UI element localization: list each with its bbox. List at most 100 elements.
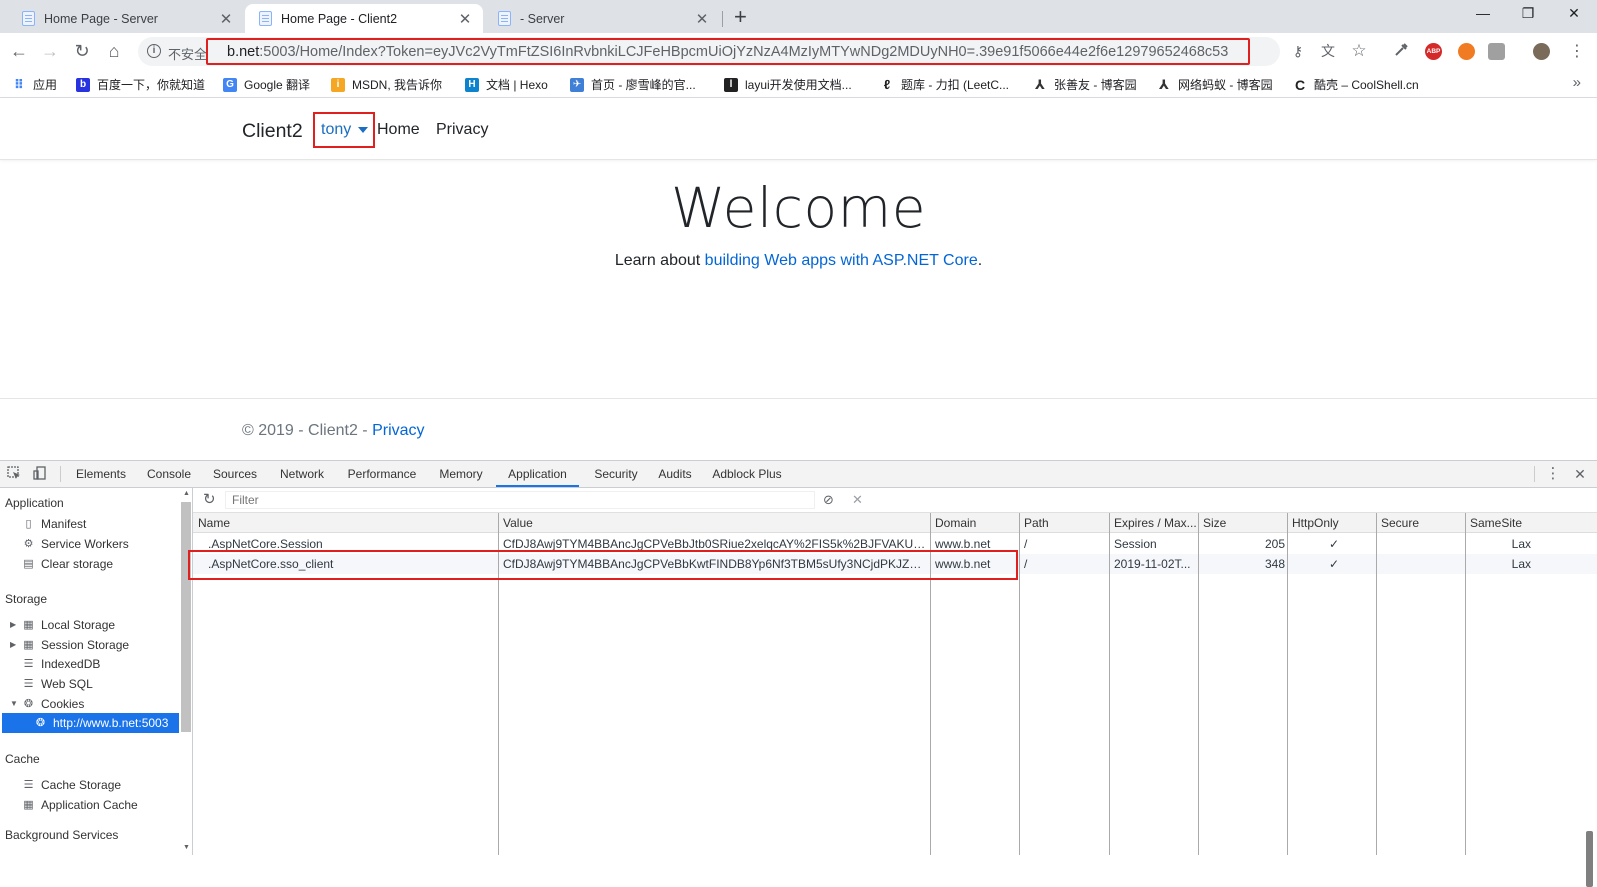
column-resizer[interactable] — [1019, 513, 1020, 855]
sidebar-item-cookies[interactable]: ▼ ❂ Cookies — [10, 694, 84, 714]
column-header-secure[interactable]: Secure — [1381, 516, 1419, 530]
devtools-close-icon[interactable]: ✕ — [1572, 466, 1588, 482]
address-bar[interactable]: i 不安全 b.net:5003/Home/Index?Token=eyJVc2… — [138, 37, 1367, 66]
refresh-icon[interactable]: ↻ — [203, 490, 216, 508]
window-close-button[interactable]: ✕ — [1564, 5, 1584, 22]
sidebar-item-cookie-origin[interactable]: ❂ http://www.b.net:5003 — [2, 713, 179, 733]
tab-home-page-client2[interactable]: Home Page - Client2 ✕ — [245, 4, 483, 33]
tab-close-icon[interactable]: ✕ — [457, 10, 473, 28]
site-brand[interactable]: Client2 — [242, 120, 303, 143]
tab-elements[interactable]: Elements — [70, 461, 132, 487]
tab-network[interactable]: Network — [271, 461, 333, 487]
column-header-path[interactable]: Path — [1024, 516, 1049, 530]
column-resizer[interactable] — [1109, 513, 1110, 855]
user-name-link[interactable]: tony — [321, 121, 351, 139]
nav-home-link[interactable]: Home — [377, 121, 420, 139]
tab-security[interactable]: Security — [584, 461, 648, 487]
bookmarks-more-icon[interactable]: » — [1573, 74, 1581, 91]
info-icon[interactable]: i — [147, 44, 161, 58]
column-resizer[interactable] — [1465, 513, 1466, 855]
star-icon[interactable]: ☆ — [1349, 41, 1369, 61]
clear-all-icon[interactable]: ⊘ — [823, 492, 834, 508]
sidebar-item-service-workers[interactable]: ⚙ Service Workers — [22, 534, 129, 554]
tab-sources[interactable]: Sources — [205, 461, 265, 487]
key-icon[interactable]: ⚷ — [1288, 41, 1308, 61]
device-toolbar-icon[interactable] — [32, 466, 48, 482]
footer-divider — [0, 398, 1597, 399]
new-tab-button[interactable]: + — [734, 6, 747, 28]
inspect-element-icon[interactable] — [6, 466, 22, 482]
tab-server[interactable]: - Server ✕ — [484, 4, 720, 33]
scroll-up-icon[interactable]: ▲ — [183, 490, 190, 497]
sidebar-item-session-storage[interactable]: ▶ ▦ Session Storage — [10, 635, 129, 655]
bookmark-cnblogs-1[interactable]: ⅄ 张善友 - 博客园 — [1033, 76, 1137, 93]
cookie-filter-input[interactable] — [225, 491, 815, 509]
insecure-label[interactable]: 不安全 — [168, 44, 207, 63]
column-resizer[interactable] — [1198, 513, 1199, 855]
delete-selected-icon[interactable]: ✕ — [852, 492, 863, 508]
column-resizer[interactable] — [1287, 513, 1288, 855]
menu-icon[interactable]: ⋮ — [1567, 42, 1587, 62]
sidebar-scrollbar-thumb[interactable] — [181, 502, 191, 732]
tab-console[interactable]: Console — [139, 461, 199, 487]
bookmark-google-translate[interactable]: G Google 翻译 — [223, 76, 310, 93]
sidebar-item-cache-storage[interactable]: ☰ Cache Storage — [22, 775, 122, 795]
tab-close-icon[interactable]: ✕ — [218, 10, 234, 28]
bookmark-liaoxuefeng[interactable]: ✈ 首页 - 廖雪峰的官... — [570, 76, 696, 93]
nav-privacy-link[interactable]: Privacy — [436, 121, 488, 139]
column-header-value[interactable]: Value — [503, 516, 533, 530]
bookmark-cnblogs-2[interactable]: ⅄ 网络蚂蚁 - 博客园 — [1157, 76, 1273, 93]
scroll-down-icon[interactable]: ▼ — [183, 844, 190, 851]
expand-arrow-icon[interactable]: ▶ — [10, 615, 18, 635]
column-header-httponly[interactable]: HttpOnly — [1292, 516, 1339, 530]
home-button[interactable]: ⌂ — [103, 40, 125, 62]
aspnet-docs-link[interactable]: building Web apps with ASP.NET Core — [705, 252, 978, 269]
column-header-expires[interactable]: Expires / Max... — [1114, 516, 1198, 530]
cookies-scrollbar-thumb[interactable] — [1586, 831, 1593, 887]
bookmark-coolshell[interactable]: C 酷壳 – CoolShell.cn — [1293, 76, 1419, 93]
sidebar-item-indexeddb[interactable]: ☰ IndexedDB — [22, 654, 101, 674]
tab-close-icon[interactable]: ✕ — [694, 10, 710, 28]
tab-performance[interactable]: Performance — [340, 461, 424, 487]
collapse-arrow-icon[interactable]: ▼ — [10, 694, 18, 714]
eyedropper-extension-icon[interactable] — [1391, 42, 1411, 62]
column-header-samesite[interactable]: SameSite — [1470, 516, 1522, 530]
cookie-expires: Session — [1114, 537, 1157, 551]
sidebar-item-application-cache[interactable]: ▦ Application Cache — [22, 795, 137, 815]
column-header-size[interactable]: Size — [1203, 516, 1226, 530]
adblock-plus-icon[interactable]: ABP — [1425, 43, 1442, 60]
expand-arrow-icon[interactable]: ▶ — [10, 635, 18, 655]
footer-privacy-link[interactable]: Privacy — [372, 422, 424, 439]
tab-memory[interactable]: Memory — [430, 461, 492, 487]
profile-avatar[interactable] — [1533, 43, 1550, 60]
bookmark-apps[interactable]: ⠿ 应用 — [12, 76, 57, 93]
tab-application[interactable]: Application — [496, 461, 579, 487]
column-header-domain[interactable]: Domain — [935, 516, 976, 530]
cookie-size: 348 — [1264, 557, 1285, 571]
sidebar-item-manifest[interactable]: ▯ Manifest — [22, 514, 86, 534]
extension-gray-icon[interactable] — [1488, 43, 1505, 60]
restore-button[interactable]: ❐ — [1518, 5, 1538, 22]
reload-button[interactable]: ↻ — [71, 40, 93, 62]
bookmark-layui[interactable]: l layui开发使用文档... — [724, 76, 852, 93]
user-dropdown[interactable]: tony — [313, 112, 375, 148]
tab-home-page-server[interactable]: Home Page - Server ✕ — [8, 4, 244, 33]
column-header-name[interactable]: Name — [198, 516, 230, 530]
translate-icon[interactable]: 文 — [1318, 41, 1338, 61]
forward-button[interactable]: → — [39, 40, 61, 62]
more-options-icon[interactable]: ⋮ — [1545, 466, 1561, 482]
bookmark-baidu[interactable]: b 百度一下，你就知道 — [76, 76, 205, 93]
url-highlight-box[interactable]: b.net:5003/Home/Index?Token=eyJVc2VyTmFt… — [206, 38, 1250, 65]
bookmark-hexo[interactable]: H 文档 | Hexo — [465, 76, 548, 93]
back-button[interactable]: ← — [8, 40, 30, 62]
minimize-button[interactable]: — — [1473, 5, 1493, 21]
sidebar-item-web-sql[interactable]: ☰ Web SQL — [22, 674, 93, 694]
tab-adblock-plus[interactable]: Adblock Plus — [707, 461, 787, 487]
tab-audits[interactable]: Audits — [651, 461, 699, 487]
sidebar-item-clear-storage[interactable]: ▤ Clear storage — [22, 554, 113, 574]
bookmark-msdn[interactable]: i MSDN, 我告诉你 — [331, 76, 442, 93]
bookmark-leetcode[interactable]: ℓ 题库 - 力扣 (LeetC... — [880, 76, 1009, 93]
extension-orange-icon[interactable] — [1458, 43, 1475, 60]
column-resizer[interactable] — [1376, 513, 1377, 855]
sidebar-item-local-storage[interactable]: ▶ ▦ Local Storage — [10, 615, 115, 635]
